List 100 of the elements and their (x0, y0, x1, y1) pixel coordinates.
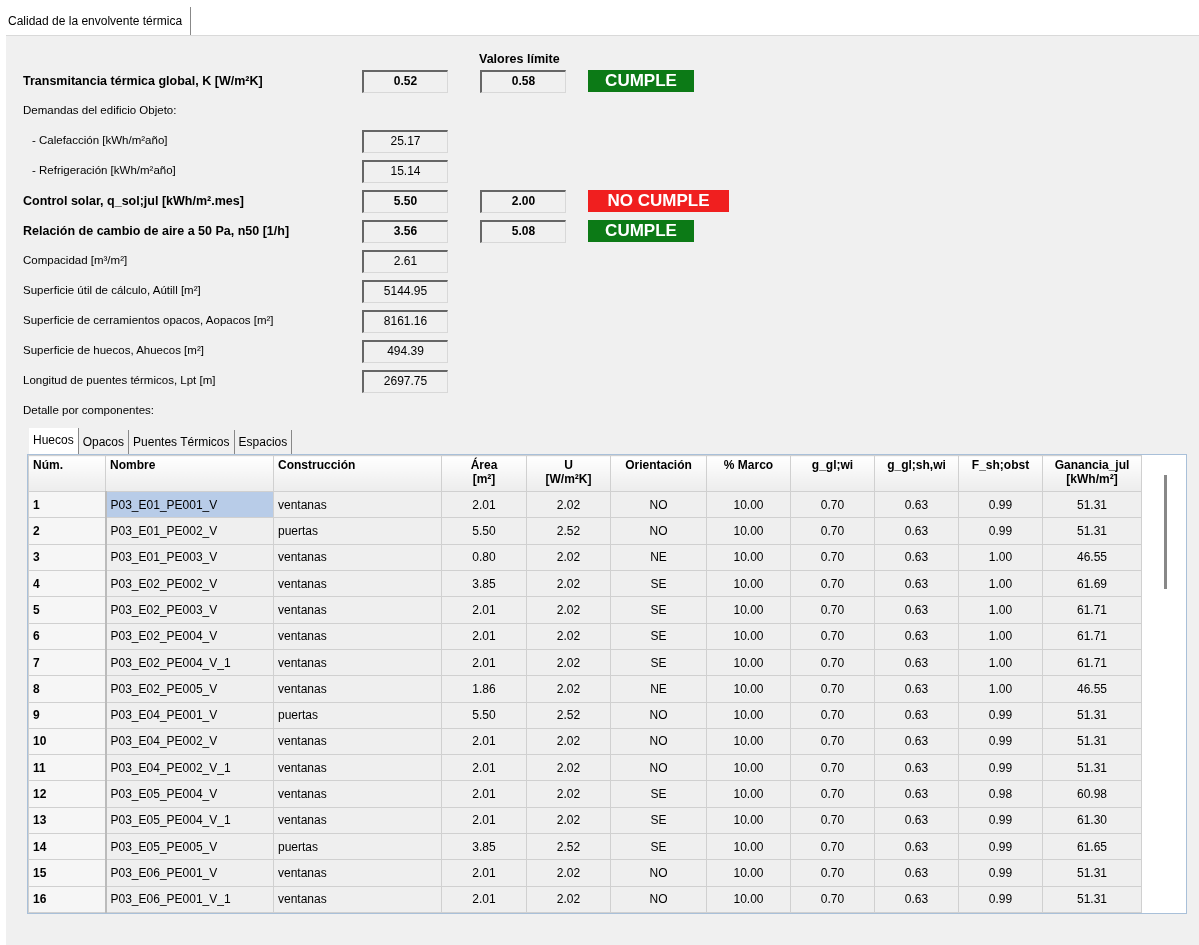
scrollbar-thumb[interactable] (1164, 475, 1167, 589)
table-cell: 60.98 (1042, 780, 1142, 808)
value-field: 15.14 (362, 159, 448, 183)
column-header: Núm. (28, 455, 106, 492)
table-cell[interactable]: P03_E05_PE005_V (105, 833, 274, 860)
table-cell[interactable]: P03_E05_PE004_V_1 (105, 807, 274, 834)
row-header[interactable]: 16 (28, 886, 106, 913)
table-cell: 10.00 (706, 780, 791, 808)
table-cell: 0.63 (874, 702, 959, 729)
table-cell: 0.99 (958, 517, 1043, 545)
tab[interactable]: Calidad de la envolvente térmica (6, 7, 192, 35)
table-cell: 0.63 (874, 780, 959, 808)
table-cell[interactable]: P03_E01_PE002_V (105, 517, 274, 545)
table-cell: 0.63 (874, 833, 959, 860)
table-cell: 2.01 (441, 859, 527, 887)
table-cell[interactable]: P03_E04_PE002_V (105, 728, 274, 755)
table-cell: 10.00 (706, 675, 791, 702)
row-header[interactable]: 3 (28, 544, 106, 571)
table-cell: 2.01 (441, 649, 527, 676)
table-cell: 2.01 (441, 728, 527, 755)
table-cell: 10.00 (706, 886, 791, 913)
table-cell: 10.00 (706, 702, 791, 729)
table-cell: 51.31 (1042, 859, 1142, 887)
table-cell: 10.00 (706, 491, 791, 518)
table-cell: puertas (273, 517, 442, 545)
row-header[interactable]: 13 (28, 807, 106, 834)
column-header: U [W/m²K] (526, 455, 611, 492)
field-label: Superficie útil de cálculo, Aútill [m²] (23, 283, 202, 299)
row-header[interactable]: 6 (28, 623, 106, 650)
table-cell[interactable]: P03_E02_PE004_V (105, 623, 274, 650)
field-label: Transmitancia térmica global, K [W/m²K] (23, 72, 264, 90)
table-cell[interactable]: P03_E02_PE005_V (105, 675, 274, 702)
table-cell[interactable]: P03_E01_PE003_V (105, 544, 274, 571)
table-cell: 0.63 (874, 886, 959, 913)
table-cell: 0.70 (790, 596, 875, 624)
column-header: g_gl;wi (790, 455, 875, 492)
row-header[interactable]: 11 (28, 754, 106, 781)
table-cell: SE (610, 649, 707, 676)
table-cell: 0.63 (874, 596, 959, 624)
table-cell: 0.99 (958, 807, 1043, 834)
table-cell: 2.02 (526, 596, 611, 624)
row-header[interactable]: 10 (28, 728, 106, 755)
row-header[interactable]: 7 (28, 649, 106, 676)
table-cell[interactable]: P03_E04_PE001_V (105, 702, 274, 729)
table-cell: 10.00 (706, 649, 791, 676)
table-cell: 3.85 (441, 570, 527, 597)
table-cell: 51.31 (1042, 886, 1142, 913)
table-cell: 2.02 (526, 649, 611, 676)
status-label: NO CUMPLE (588, 190, 729, 212)
table-cell[interactable]: P03_E02_PE002_V (105, 570, 274, 597)
row-header[interactable]: 12 (28, 780, 106, 808)
table-cell: 0.70 (790, 754, 875, 781)
table-cell: 0.70 (790, 649, 875, 676)
table-cell: 2.02 (526, 491, 611, 518)
table-cell: 61.71 (1042, 623, 1142, 650)
table-cell: 0.70 (790, 728, 875, 755)
section-label: Demandas del edificio Objeto: (23, 103, 177, 119)
column-header: F_sh;obst (958, 455, 1043, 492)
field-label: Superficie de huecos, Ahuecos [m²] (23, 343, 205, 359)
table-cell: ventanas (273, 728, 442, 755)
table-cell: ventanas (273, 544, 442, 571)
table-cell[interactable]: P03_E06_PE001_V_1 (105, 886, 274, 913)
table-cell: 2.01 (441, 754, 527, 781)
table-cell[interactable]: P03_E02_PE004_V_1 (105, 649, 274, 676)
value-field: 25.17 (362, 129, 448, 153)
tab[interactable]: Huecos (29, 428, 79, 454)
section-label: Detalle por componentes: (23, 403, 155, 419)
column-header: Nombre (105, 455, 274, 492)
row-header[interactable]: 15 (28, 859, 106, 887)
row-header[interactable]: 14 (28, 833, 106, 860)
table-cell: 10.00 (706, 596, 791, 624)
row-header[interactable]: 4 (28, 570, 106, 597)
table-cell: 0.63 (874, 807, 959, 834)
table-cell: 10.00 (706, 728, 791, 755)
table-cell[interactable]: P03_E01_PE001_V (105, 491, 274, 518)
table-cell: 0.98 (958, 780, 1043, 808)
table-cell: 10.00 (706, 833, 791, 860)
table-cell[interactable]: P03_E04_PE002_V_1 (105, 754, 274, 781)
field-label: Compacidad [m³/m²] (23, 253, 129, 269)
table-cell: 1.00 (958, 675, 1043, 702)
value-field: 3.56 (362, 219, 448, 243)
table-cell: ventanas (273, 886, 442, 913)
table-cell: 61.69 (1042, 570, 1142, 597)
table-cell: 46.55 (1042, 544, 1142, 571)
table-cell: SE (610, 780, 707, 808)
table-cell: 10.00 (706, 807, 791, 834)
table-cell: SE (610, 570, 707, 597)
table-cell: 61.30 (1042, 807, 1142, 834)
row-header[interactable]: 1 (28, 491, 106, 518)
row-header[interactable]: 8 (28, 675, 106, 702)
table-cell: 51.31 (1042, 517, 1142, 545)
table-cell[interactable]: P03_E02_PE003_V (105, 596, 274, 624)
table-cell[interactable]: P03_E05_PE004_V (105, 780, 274, 808)
table-cell: ventanas (273, 649, 442, 676)
table-cell: 1.86 (441, 675, 527, 702)
table-cell: NO (610, 702, 707, 729)
row-header[interactable]: 5 (28, 596, 106, 624)
row-header[interactable]: 9 (28, 702, 106, 729)
row-header[interactable]: 2 (28, 517, 106, 545)
table-cell[interactable]: P03_E06_PE001_V (105, 859, 274, 887)
